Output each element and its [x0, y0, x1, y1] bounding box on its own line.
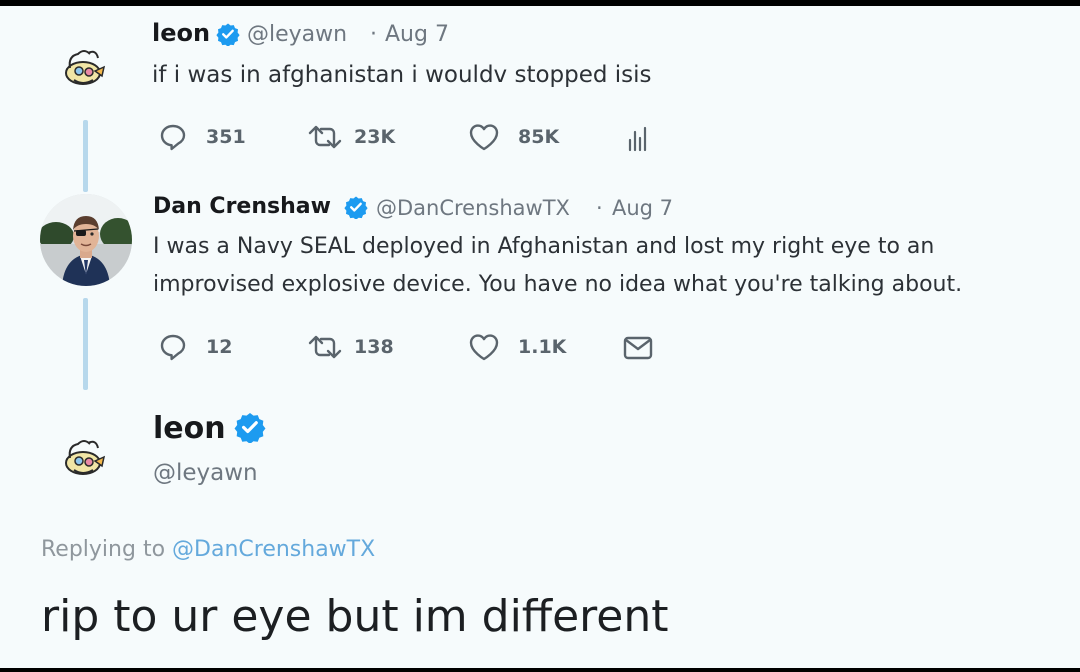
retweet-button[interactable]: 138	[306, 332, 394, 362]
analytics-icon	[626, 124, 650, 154]
analytics-button[interactable]	[626, 124, 650, 154]
reply-icon	[158, 332, 188, 362]
retweet-icon	[306, 122, 344, 152]
retweet-count: 23K	[354, 126, 396, 148]
reply-button[interactable]: 12	[158, 332, 232, 362]
author-name[interactable]: Dan Crenshaw	[153, 194, 331, 219]
tweet-text-line-1: I was a Navy SEAL deployed in Afghanista…	[153, 234, 935, 259]
mail-icon	[622, 335, 654, 361]
reply-button[interactable]: 351	[158, 122, 246, 152]
retweet-button[interactable]: 23K	[306, 122, 395, 152]
author-handle[interactable]: @leyawn	[153, 460, 258, 486]
like-count: 1.1K	[518, 336, 567, 358]
heart-icon	[468, 122, 500, 152]
like-count: 85K	[518, 126, 560, 148]
verified-badge-icon	[216, 22, 240, 50]
verified-badge-icon	[234, 411, 266, 447]
replying-to-label: Replying to	[41, 537, 166, 562]
avatar-leon[interactable]	[60, 44, 110, 94]
like-button[interactable]: 85K	[468, 122, 559, 152]
direct-message-button[interactable]	[622, 334, 654, 362]
like-button[interactable]: 1.1K	[468, 332, 566, 362]
author-handle[interactable]: @leyawn	[247, 22, 347, 47]
reply-count: 351	[206, 126, 246, 148]
date-separator: ·	[596, 196, 603, 220]
author-name[interactable]: leon	[153, 411, 226, 446]
reply-count: 12	[206, 336, 233, 358]
author-handle[interactable]: @DanCrenshawTX	[376, 196, 570, 220]
tweet-date[interactable]: Aug 7	[385, 22, 449, 47]
date-separator: ·	[370, 22, 377, 47]
tweet-text-line-2: improvised explosive device. You have no…	[153, 272, 963, 297]
author-name[interactable]: leon	[152, 19, 210, 47]
thread-connector-line	[83, 120, 88, 192]
replying-to-handle-link[interactable]: @DanCrenshawTX	[172, 537, 375, 562]
thread-connector-line	[83, 298, 88, 390]
retweet-icon	[306, 332, 344, 362]
retweet-count: 138	[354, 336, 394, 358]
tweet-text: if i was in afghanistan i wouldv stopped…	[152, 62, 652, 88]
reply-icon	[158, 122, 188, 152]
heart-icon	[468, 332, 500, 362]
verified-badge-icon	[344, 195, 368, 223]
reply-text: rip to ur eye but im different	[41, 591, 669, 642]
avatar-leon[interactable]	[60, 434, 110, 484]
avatar-dan-crenshaw[interactable]	[40, 194, 132, 286]
tweet-thread-screenshot: leon @leyawn · Aug 7 if i was in afghani…	[0, 6, 1080, 668]
tweet-date[interactable]: Aug 7	[612, 196, 673, 220]
replying-to-line: Replying to @DanCrenshawTX	[41, 537, 375, 562]
